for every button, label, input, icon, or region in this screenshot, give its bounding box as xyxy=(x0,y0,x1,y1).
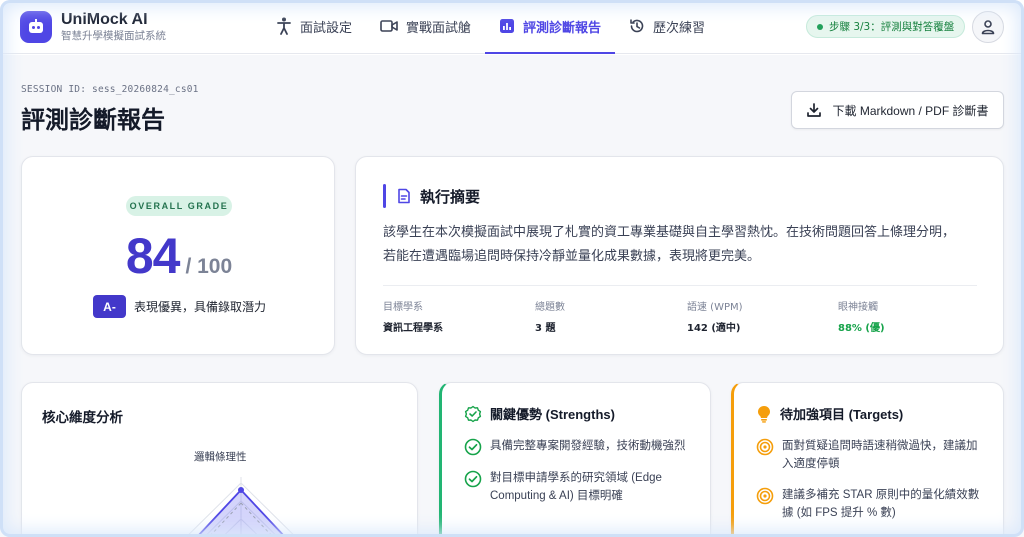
core-dimension-card: 核心維度分析 邏輯條理性 xyxy=(21,382,418,537)
brand[interactable]: UniMock AI 智慧升學模擬面試系統 xyxy=(20,11,166,43)
download-report-button[interactable]: 下載 Markdown / PDF 診斷書 xyxy=(791,91,1004,129)
grade-description: 表現優異，具備錄取潛力 xyxy=(134,300,267,314)
overall-grade-badge: OVERALL GRADE xyxy=(126,196,232,216)
stat-value: 資訊工程學系 xyxy=(383,323,443,334)
stat-eye-contact: 眼神接觸 88% (優) xyxy=(838,298,885,334)
target-text: 建議多補充 STAR 原則中的量化績效數據 (如 FPS 提升 % 數) xyxy=(782,489,980,519)
radar-point xyxy=(238,487,244,493)
target-text: 面對質疑追問時語速稍微過快，建議加入適度停頓 xyxy=(782,440,978,470)
nav-label: 面試設定 xyxy=(300,19,353,35)
strengths-card: 關鍵優勢 (Strengths) 具備完整專案開發經驗，技術動機強烈 對目標申請… xyxy=(439,382,711,537)
main-content: SESSION ID: sess_20260824_cs01 評測診斷報告 下載… xyxy=(0,55,1024,537)
radar-title: 核心維度分析 xyxy=(42,410,123,425)
person-standing-icon xyxy=(277,17,291,35)
history-icon xyxy=(630,19,644,33)
score-max: / 100 xyxy=(185,255,233,278)
targets-card: 待加強項目 (Targets) 面對質疑追問時語速稍微過快，建議加入適度停頓 建… xyxy=(731,382,1004,537)
step-status-badge: 步驟 3/3：評測與對答覆盤 xyxy=(806,15,966,38)
list-item: 面對質疑追問時語速稍微過快，建議加入適度停頓 xyxy=(756,437,986,473)
stat-speech-rate: 語速 (WPM) 142 (適中) xyxy=(687,298,743,334)
score-value: 84 xyxy=(125,228,181,284)
target-icon xyxy=(756,438,774,456)
stat-value: 142 (適中) xyxy=(687,323,741,334)
stat-label: 目標學系 xyxy=(383,302,423,313)
strength-text: 對目標申請學系的研究領域 (Edge Computing & AI) 目標明確 xyxy=(490,472,662,502)
check-circle-icon xyxy=(464,470,482,488)
stat-question-count: 總題數 3 題 xyxy=(535,298,565,334)
strength-text: 具備完整專案開發經驗，技術動機強烈 xyxy=(490,440,686,452)
top-navigation-bar: UniMock AI 智慧升學模擬面試系統 面試設定 實戰面試艙 評測診斷報告 … xyxy=(0,0,1024,54)
summary-header: 執行摘要 xyxy=(383,184,480,208)
stat-value: 88% (優) xyxy=(838,323,885,334)
list-item: 具備完整專案開發經驗，技術動機強烈 xyxy=(464,437,694,456)
overall-grade-card: OVERALL GRADE 84/ 100 A- 表現優異，具備錄取潛力 xyxy=(21,156,335,355)
step-status-text: 步驟 3/3：評測與對答覆盤 xyxy=(829,21,955,33)
nav-label: 實戰面試艙 xyxy=(406,19,472,35)
targets-list: 面對質疑追問時語速稍微過快，建議加入適度停頓 建議多補充 STAR 原則中的量化… xyxy=(756,437,986,535)
strengths-title: 關鍵優勢 (Strengths) xyxy=(490,407,615,422)
stat-label: 語速 (WPM) xyxy=(687,302,743,313)
download-icon xyxy=(807,103,822,117)
list-item: 對目標申請學系的研究領域 (Edge Computing & AI) 目標明確 xyxy=(464,469,694,505)
stat-target-dept: 目標學系 資訊工程學系 xyxy=(383,298,443,334)
accent-bar xyxy=(383,184,386,208)
page-title: 評測診斷報告 xyxy=(21,107,165,134)
nav-label: 歷次練習 xyxy=(653,19,706,35)
badge-check-icon xyxy=(464,405,482,422)
stat-label: 眼神接觸 xyxy=(838,302,878,313)
main-nav: 面試設定 實戰面試艙 評測診斷報告 歷次練習 xyxy=(262,0,719,54)
user-icon xyxy=(981,20,995,35)
session-id: SESSION ID: sess_20260824_cs01 xyxy=(21,84,199,95)
score-display: 84/ 100 xyxy=(22,227,336,285)
bar-chart-icon xyxy=(500,19,515,33)
list-item: 建議多補充 STAR 原則中的量化績效數據 (如 FPS 提升 % 數) xyxy=(756,486,986,522)
nav-tab-report[interactable]: 評測診斷報告 xyxy=(485,0,616,54)
radar-chart xyxy=(185,477,297,537)
divider xyxy=(383,285,977,286)
video-camera-icon xyxy=(380,20,398,32)
target-icon xyxy=(756,487,774,505)
app-subtitle: 智慧升學模擬面試系統 xyxy=(61,30,166,42)
strengths-list: 具備完整專案開發經驗，技術動機強烈 對目標申請學系的研究領域 (Edge Com… xyxy=(464,437,694,518)
nav-tab-interview-setup[interactable]: 面試設定 xyxy=(262,0,366,54)
status-dot-icon xyxy=(817,23,823,30)
grade-line: A- 表現優異，具備錄取潛力 xyxy=(93,295,266,318)
strengths-header: 關鍵優勢 (Strengths) xyxy=(464,404,615,423)
lightbulb-icon xyxy=(758,405,770,423)
download-label: 下載 Markdown / PDF 診斷書 xyxy=(832,103,989,118)
stat-value: 3 題 xyxy=(535,323,556,334)
targets-header: 待加強項目 (Targets) xyxy=(756,404,903,423)
app-name: UniMock AI xyxy=(61,11,148,28)
user-avatar-button[interactable] xyxy=(972,11,1004,43)
stat-label: 總題數 xyxy=(535,302,565,313)
document-icon xyxy=(398,188,410,204)
check-circle-icon xyxy=(464,438,482,456)
radar-data-area xyxy=(195,488,287,537)
summary-title: 執行摘要 xyxy=(420,188,481,206)
nav-label: 評測診斷報告 xyxy=(523,19,602,35)
radar-axis-label: 邏輯條理性 xyxy=(194,451,247,463)
targets-title: 待加強項目 (Targets) xyxy=(780,407,904,422)
summary-text: 該學生在本次模擬面試中展現了札實的資工專業基礎與自主學習熱忱。在技術問題回答上條… xyxy=(383,224,956,263)
nav-tab-history[interactable]: 歷次練習 xyxy=(615,0,719,54)
robot-logo-icon xyxy=(20,11,52,43)
nav-tab-interview-pod[interactable]: 實戰面試艙 xyxy=(366,0,485,54)
grade-letter-badge: A- xyxy=(93,295,126,318)
executive-summary-card: 執行摘要 該學生在本次模擬面試中展現了札實的資工專業基礎與自主學習熱忱。在技術問… xyxy=(355,156,1004,355)
